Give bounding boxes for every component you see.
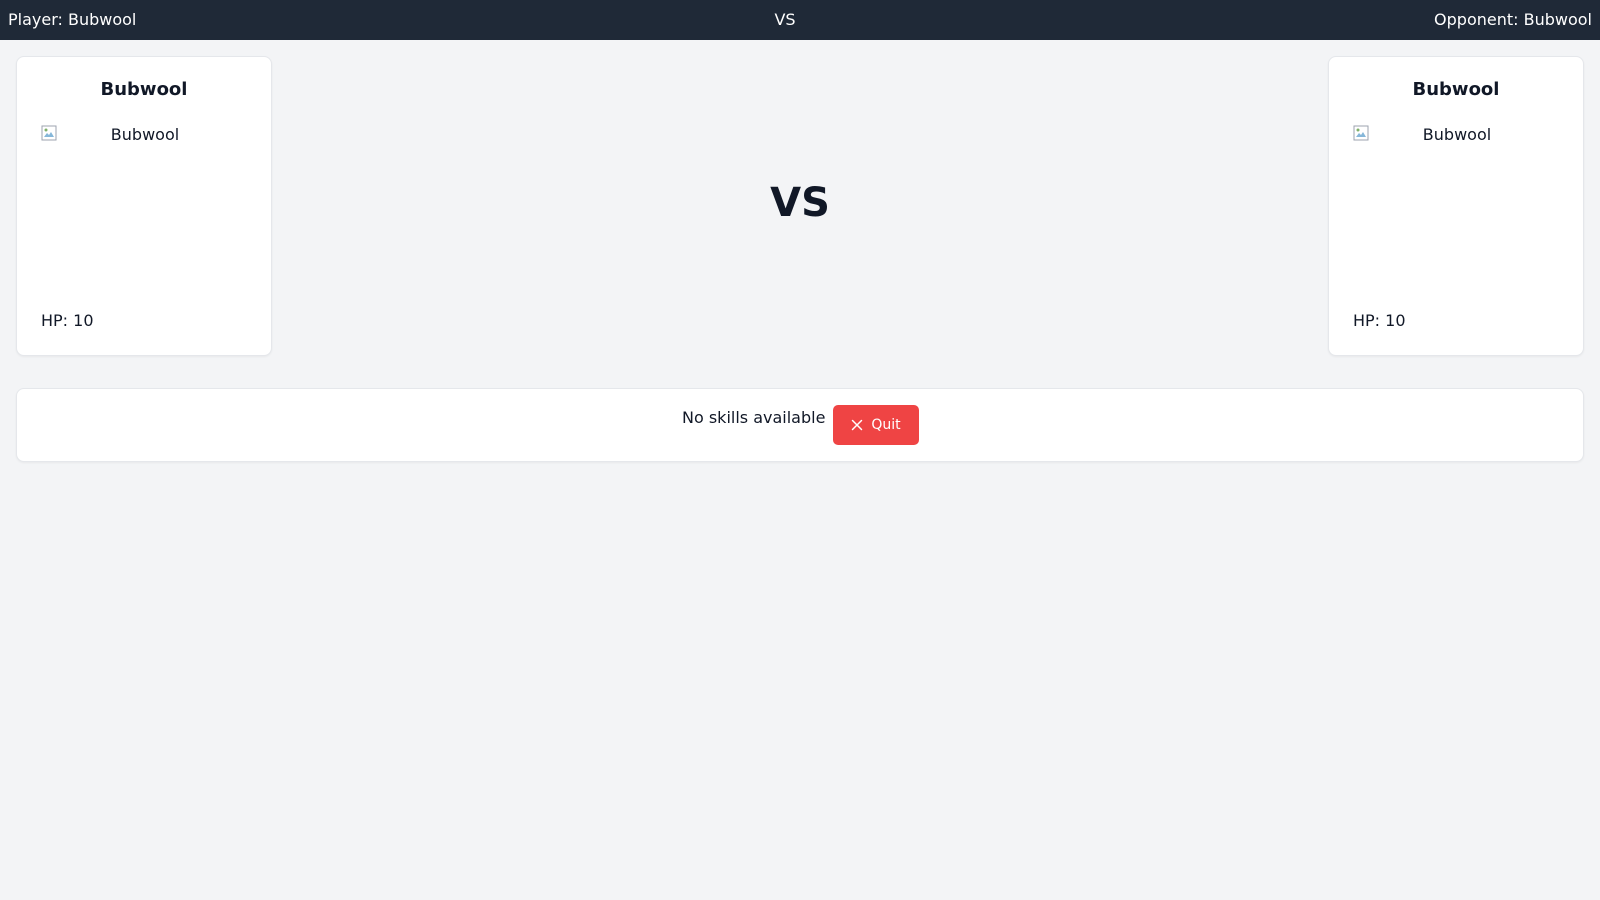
header-vs-label: VS bbox=[774, 10, 796, 29]
battle-vs-title: VS bbox=[770, 180, 830, 226]
quit-button[interactable]: Quit bbox=[833, 405, 919, 445]
player-card: Bubwool Bubwool HP: 10 bbox=[16, 56, 272, 356]
no-skills-message: No skills available bbox=[682, 408, 826, 427]
quit-button-label: Quit bbox=[871, 417, 901, 433]
player-hp: HP: 10 bbox=[41, 311, 94, 330]
opponent-card: Bubwool Bubwool HP: 10 bbox=[1328, 56, 1584, 356]
opponent-image-alt-text: Bubwool bbox=[1422, 125, 1492, 144]
player-creature-name: Bubwool bbox=[100, 79, 188, 100]
player-creature-image: Bubwool bbox=[41, 125, 249, 285]
player-image-alt-text: Bubwool bbox=[110, 125, 180, 144]
opponent-hp: HP: 10 bbox=[1353, 311, 1406, 330]
player-label: Player: Bubwool bbox=[8, 10, 137, 29]
skills-panel: No skills available Quit bbox=[16, 388, 1584, 462]
opponent-creature-name: Bubwool bbox=[1412, 79, 1500, 100]
top-bar: Player: Bubwool VS Opponent: Bubwool bbox=[0, 0, 1600, 40]
opponent-creature-image: Bubwool bbox=[1353, 125, 1561, 285]
close-icon bbox=[852, 419, 863, 431]
opponent-label: Opponent: Bubwool bbox=[1434, 10, 1592, 29]
